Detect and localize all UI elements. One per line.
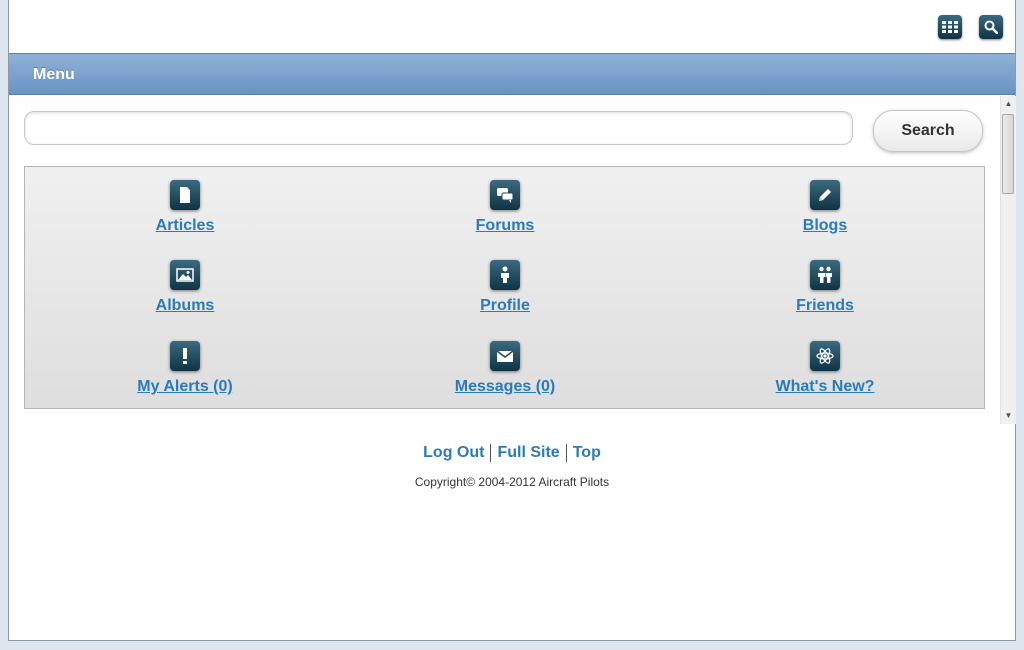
- menu-link[interactable]: Forums: [476, 217, 535, 235]
- menu-link[interactable]: Messages (0): [455, 378, 556, 396]
- menu-item-whats-new[interactable]: What's New?: [665, 341, 985, 396]
- person-icon: [490, 260, 520, 290]
- menu-title: Menu: [33, 66, 75, 83]
- browser-window: Menu Search Articles Forums Blogs Albums…: [8, 0, 1016, 641]
- menu-grid: Articles Forums Blogs Albums Profile Fri…: [24, 166, 985, 409]
- document-icon: [170, 180, 200, 210]
- pencil-icon: [810, 180, 840, 210]
- friends-icon: [810, 260, 840, 290]
- footer-links: Log Out Full Site Top: [9, 444, 1015, 462]
- search-button[interactable]: Search: [873, 110, 983, 152]
- menu-item-albums[interactable]: Albums: [25, 260, 345, 315]
- menu-item-profile[interactable]: Profile: [345, 260, 665, 315]
- menu-item-friends[interactable]: Friends: [665, 260, 985, 315]
- menu-link[interactable]: Albums: [156, 297, 215, 315]
- menu-link[interactable]: What's New?: [776, 378, 875, 396]
- top-toolbar: [9, 0, 1015, 53]
- menu-link[interactable]: Blogs: [803, 217, 847, 235]
- image-icon: [170, 260, 200, 290]
- envelope-icon: [490, 341, 520, 371]
- search-icon[interactable]: [979, 15, 1003, 39]
- scroll-down-arrow-icon[interactable]: ▼: [1001, 408, 1016, 424]
- menu-item-blogs[interactable]: Blogs: [665, 180, 985, 235]
- menu-bar: Menu: [9, 53, 1015, 95]
- speech-bubbles-icon: [490, 180, 520, 210]
- menu-item-forums[interactable]: Forums: [345, 180, 665, 235]
- menu-item-articles[interactable]: Articles: [25, 180, 345, 235]
- menu-link[interactable]: Articles: [156, 217, 215, 235]
- menu-link[interactable]: Friends: [796, 297, 854, 315]
- copyright-text: Copyright© 2004-2012 Aircraft Pilots: [414, 475, 610, 489]
- atom-icon: [810, 341, 840, 371]
- scrollbar-thumb[interactable]: [1002, 114, 1014, 194]
- top-link[interactable]: Top: [567, 444, 607, 461]
- menu-item-alerts[interactable]: My Alerts (0): [25, 341, 345, 396]
- menu-item-messages[interactable]: Messages (0): [345, 341, 665, 396]
- exclamation-icon: [170, 341, 200, 371]
- scroll-up-arrow-icon[interactable]: ▲: [1001, 96, 1016, 112]
- grid-menu-icon[interactable]: [938, 15, 962, 39]
- logout-link[interactable]: Log Out: [417, 444, 490, 461]
- vertical-scrollbar[interactable]: ▲ ▼: [1000, 96, 1016, 424]
- search-input[interactable]: [24, 111, 853, 145]
- menu-link[interactable]: Profile: [480, 297, 530, 315]
- menu-link[interactable]: My Alerts (0): [137, 378, 232, 396]
- full-site-link[interactable]: Full Site: [491, 444, 565, 461]
